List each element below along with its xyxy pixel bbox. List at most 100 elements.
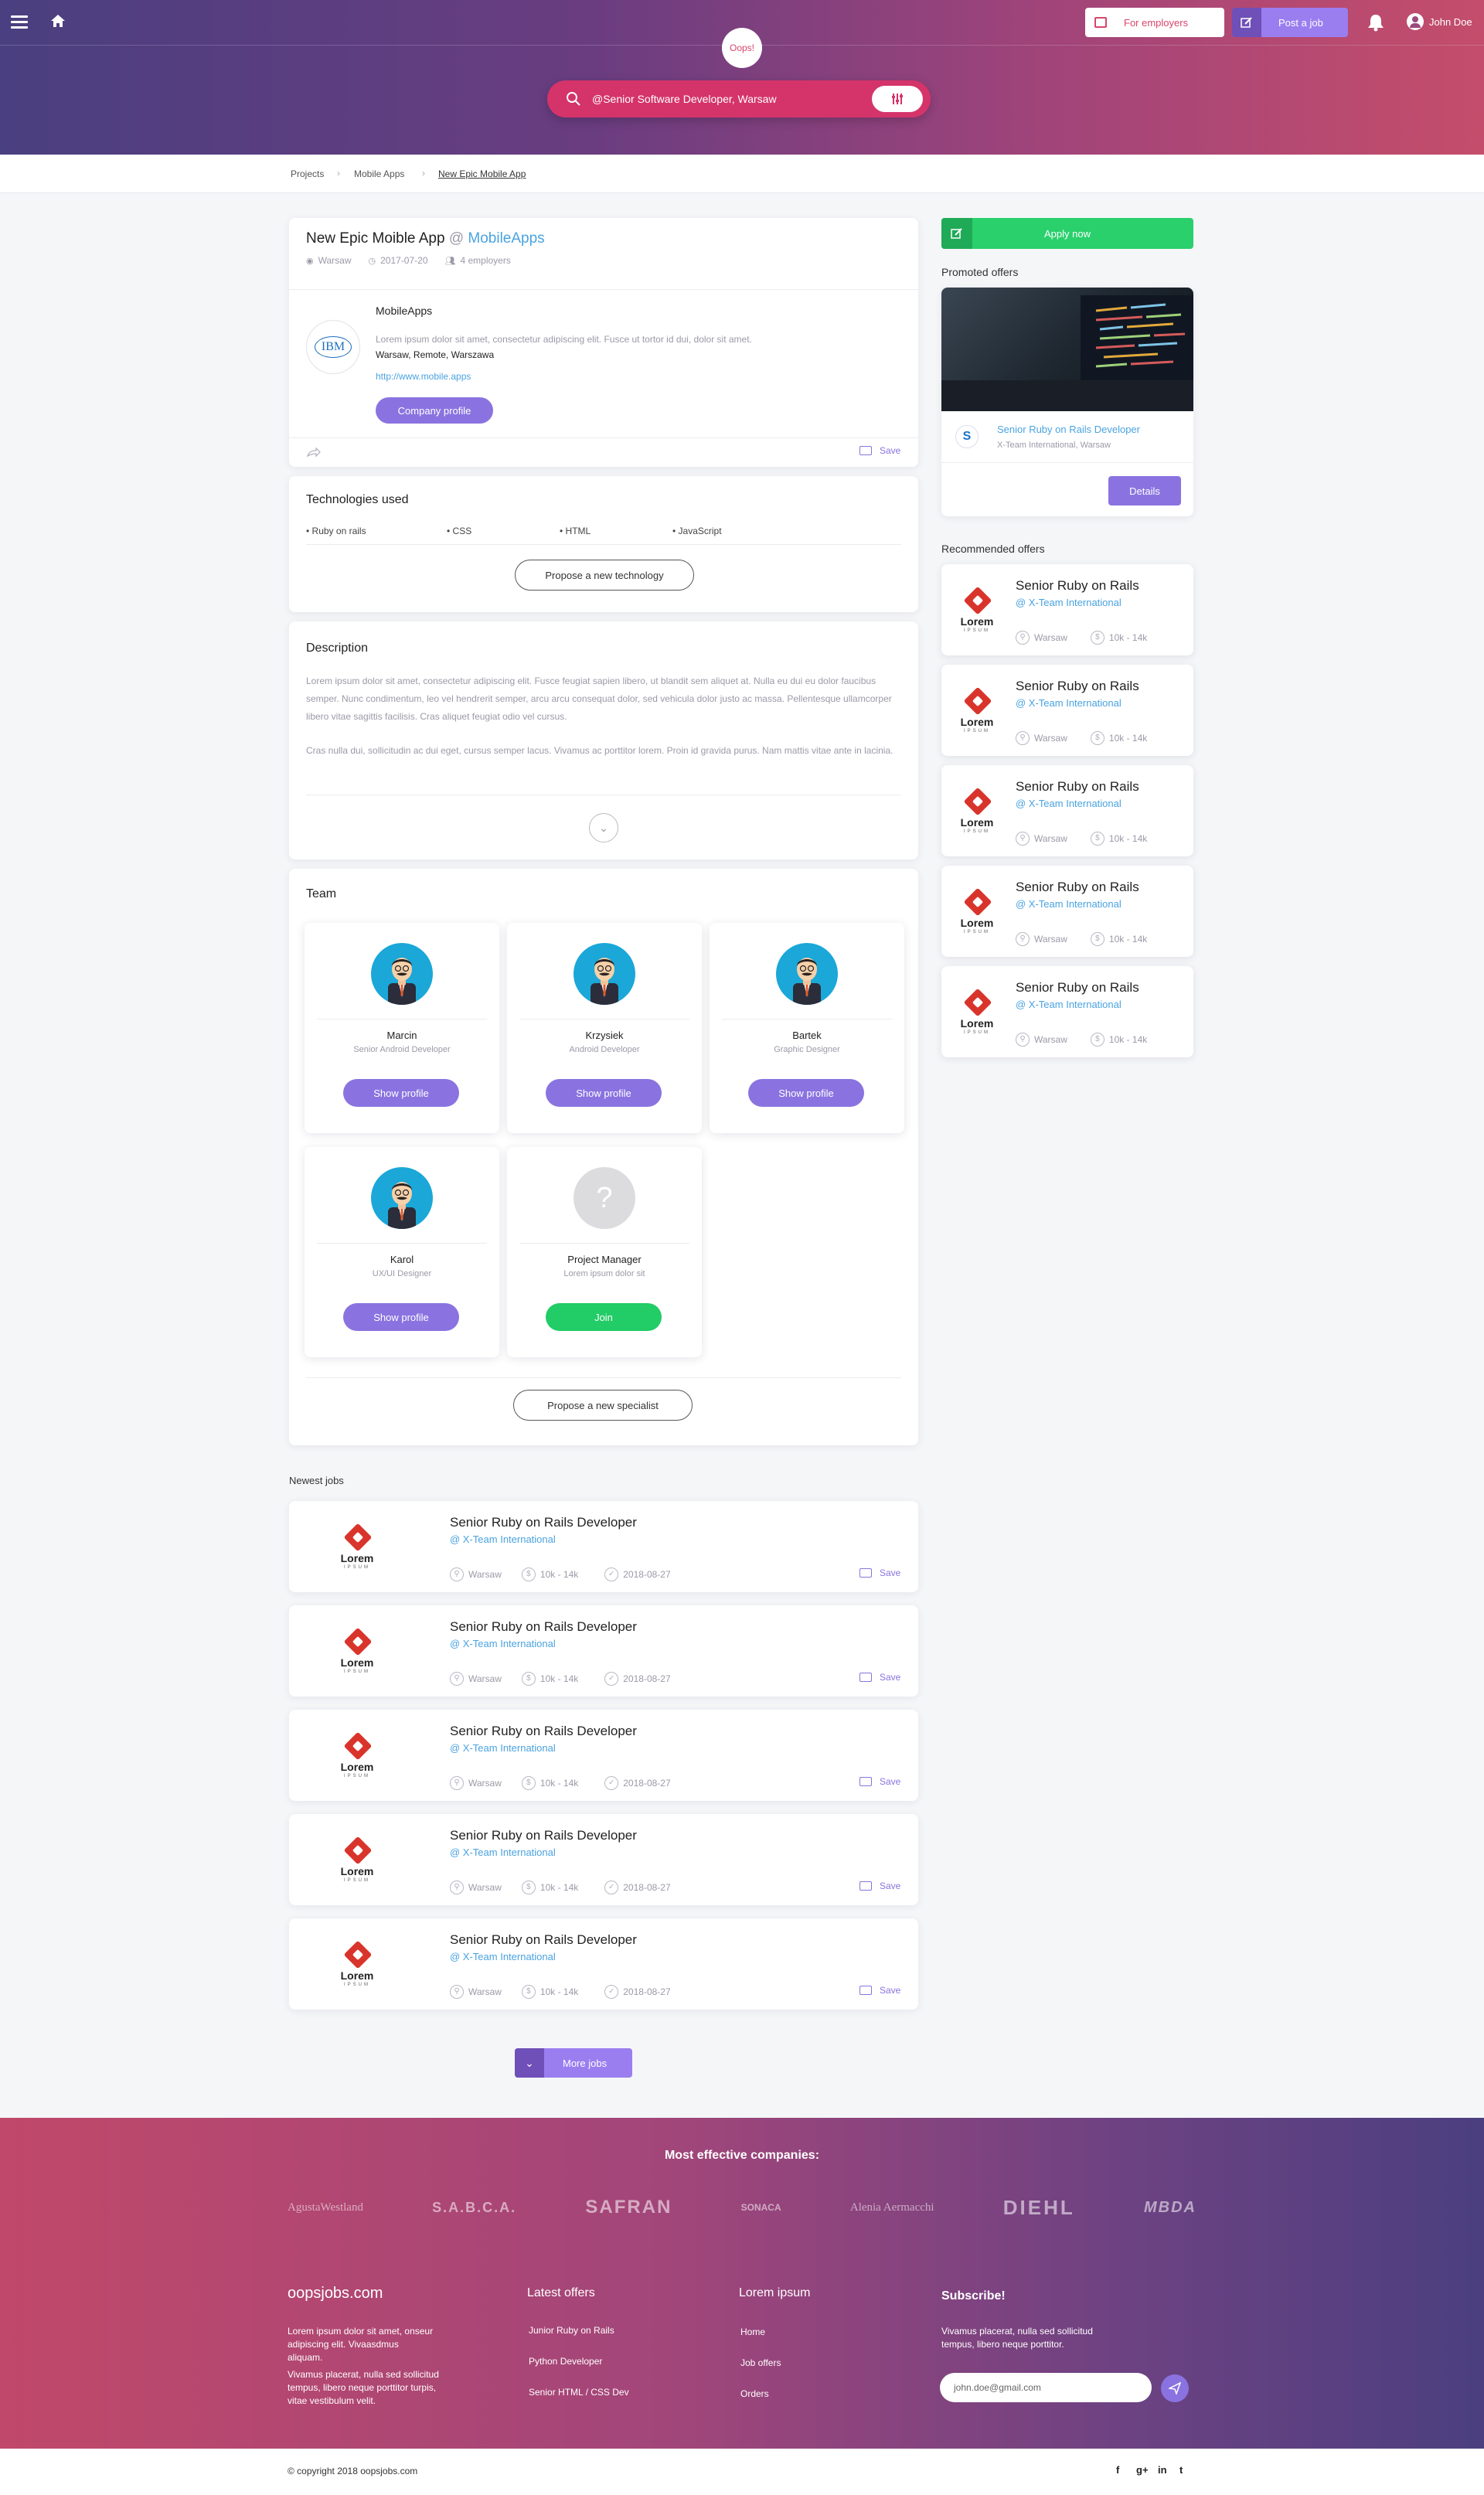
more-jobs-button[interactable]: ⌄ More jobs — [515, 2048, 632, 2078]
job-company[interactable]: @ X-Team International — [450, 1847, 556, 1858]
recommended-offer-card[interactable]: Lorem IPSUM Senior Ruby on Rails @ X-Team I… — [941, 866, 1193, 957]
save-job-button[interactable]: Save — [859, 1567, 900, 1578]
job-title[interactable]: Senior Ruby on Rails Developer — [450, 1724, 637, 1739]
folder-icon — [859, 1568, 872, 1578]
linkedin-icon[interactable]: in — [1158, 2464, 1167, 2476]
propose-specialist-button[interactable]: Propose a new specialist — [513, 1390, 693, 1421]
lorem-ipsum-title: Lorem ipsum — [739, 2286, 811, 2299]
recommended-company[interactable]: @ X-Team International — [1016, 697, 1122, 709]
recommended-company[interactable]: @ X-Team International — [1016, 999, 1122, 1010]
save-job-button[interactable]: Save — [859, 1776, 900, 1787]
job-title[interactable]: Senior Ruby on Rails Developer — [450, 1932, 637, 1948]
job-card[interactable]: Lorem IPSUM Senior Ruby on Rails Developer… — [289, 1710, 918, 1801]
member-name: Krzysiek — [585, 1030, 624, 1041]
description-paragraph: Lorem ipsum dolor sit amet, consectetur … — [306, 676, 892, 722]
bell-icon[interactable] — [1365, 12, 1387, 32]
copyright-bar: © copyright 2018 oopsjobs.com f g+ in t — [0, 2449, 1484, 2495]
details-button[interactable]: Details — [1108, 476, 1181, 505]
recommended-title[interactable]: Senior Ruby on Rails — [1016, 980, 1139, 996]
footer-link-home[interactable]: Home — [740, 2327, 765, 2337]
recommended-company[interactable]: @ X-Team International — [1016, 898, 1122, 910]
footer-latest-link[interactable]: Senior HTML / CSS Dev — [529, 2387, 629, 2398]
job-title[interactable]: Senior Ruby on Rails Developer — [450, 1515, 637, 1530]
recommended-offer-card[interactable]: Lorem IPSUM Senior Ruby on Rails @ X-Team I… — [941, 665, 1193, 756]
footer-link-orders[interactable]: Orders — [740, 2388, 769, 2399]
recommended-company[interactable]: @ X-Team International — [1016, 798, 1122, 809]
job-card[interactable]: Lorem IPSUM Senior Ruby on Rails Developer… — [289, 1918, 918, 2010]
google-plus-icon[interactable]: g+ — [1136, 2464, 1149, 2476]
email-input[interactable]: john.doe@gmail.com — [940, 2373, 1152, 2402]
job-location: Warsaw — [468, 1673, 502, 1684]
show-profile-button[interactable]: Show profile — [343, 1079, 459, 1107]
job-salary: 10k - 14k — [539, 1569, 579, 1580]
save-job-button[interactable]: Save — [859, 1985, 900, 1996]
recommended-title[interactable]: Senior Ruby on Rails — [1016, 880, 1139, 895]
footer-link-job-offers[interactable]: Job offers — [740, 2357, 781, 2368]
email-input-value: john.doe@gmail.com — [954, 2382, 1041, 2393]
project-company-link[interactable]: MobileApps — [468, 230, 544, 247]
show-profile-button[interactable]: Show profile — [546, 1079, 662, 1107]
subscribe-title: Subscribe! — [941, 2289, 1006, 2303]
brand-logo[interactable]: Oops! — [722, 28, 762, 68]
company-profile-button[interactable]: Company profile — [376, 397, 493, 424]
recommended-title[interactable]: Senior Ruby on Rails — [1016, 679, 1139, 694]
send-button[interactable] — [1161, 2374, 1189, 2402]
footer-latest-link[interactable]: Python Developer — [529, 2356, 602, 2367]
footer-latest-link[interactable]: Junior Ruby on Rails — [529, 2325, 614, 2336]
facebook-icon[interactable]: f — [1116, 2464, 1119, 2476]
promoted-offer-title[interactable]: Senior Ruby on Rails Developer — [997, 424, 1140, 435]
company-url[interactable]: http://www.mobile.apps — [376, 371, 471, 382]
twitter-icon[interactable]: t — [1179, 2464, 1183, 2476]
recommended-company[interactable]: @ X-Team International — [1016, 597, 1122, 608]
salary-icon: $ — [521, 1881, 536, 1894]
subscribe-text: Vivamus placerat, nulla sed sollicitud t… — [941, 2326, 1093, 2350]
user-avatar-icon[interactable] — [1407, 13, 1424, 30]
recommended-title[interactable]: Senior Ruby on Rails — [1016, 779, 1139, 795]
recommended-title[interactable]: Senior Ruby on Rails — [1016, 578, 1139, 594]
footer-brand[interactable]: oopsjobs.com — [288, 2285, 383, 2303]
recommended-salary: 10k - 14k — [1108, 1034, 1148, 1045]
promoted-offer-card[interactable]: S Senior Ruby on Rails Developer X-Team … — [941, 288, 1193, 516]
job-title[interactable]: Senior Ruby on Rails Developer — [450, 1828, 637, 1843]
save-project-button[interactable]: Save — [859, 445, 900, 456]
save-job-button[interactable]: Save — [859, 1672, 900, 1683]
propose-technology-button[interactable]: Propose a new technology — [515, 560, 694, 591]
job-company[interactable]: @ X-Team International — [450, 1638, 556, 1649]
search-bar[interactable]: @Senior Software Developer, Warsaw — [547, 80, 931, 117]
job-date: 2018-08-27 — [623, 1673, 671, 1684]
expand-chevron-down-icon[interactable]: ⌄ — [589, 813, 618, 842]
chevron-down-icon: ⌄ — [515, 2048, 544, 2078]
share-icon[interactable] — [306, 447, 322, 458]
company-logo-mbda: MBDA — [1144, 2198, 1196, 2216]
breadcrumb-current[interactable]: New Epic Mobile App — [438, 168, 526, 179]
company-logo-safran: SAFRAN — [585, 2197, 672, 2218]
job-date: 2018-08-27 — [623, 1986, 671, 1997]
breadcrumb-mobile-apps[interactable]: Mobile Apps — [354, 168, 404, 179]
for-employers-button[interactable]: For employers — [1085, 8, 1224, 37]
user-name[interactable]: John Doe — [1429, 16, 1472, 28]
recommended-offer-card[interactable]: Lorem IPSUM Senior Ruby on Rails @ X-Team I… — [941, 765, 1193, 856]
recommended-offer-card[interactable]: Lorem IPSUM Senior Ruby on Rails @ X-Team I… — [941, 966, 1193, 1057]
job-company[interactable]: @ X-Team International — [450, 1951, 556, 1962]
save-job-button[interactable]: Save — [859, 1881, 900, 1891]
job-title[interactable]: Senior Ruby on Rails Developer — [450, 1619, 637, 1635]
search-input[interactable]: @Senior Software Developer, Warsaw — [592, 93, 777, 105]
apply-now-button[interactable]: Apply now — [941, 218, 1193, 249]
job-card[interactable]: Lorem IPSUM Senior Ruby on Rails Developer… — [289, 1605, 918, 1697]
show-profile-button[interactable]: Show profile — [343, 1303, 459, 1331]
job-location: Warsaw — [468, 1986, 502, 1997]
home-icon[interactable] — [49, 12, 66, 29]
breadcrumb-projects[interactable]: Projects — [291, 168, 324, 179]
join-button[interactable]: Join — [546, 1303, 662, 1331]
post-job-button[interactable]: Post a job — [1232, 8, 1348, 37]
recommended-offer-card[interactable]: Lorem IPSUM Senior Ruby on Rails @ X-Team I… — [941, 564, 1193, 655]
job-company[interactable]: @ X-Team International — [450, 1533, 556, 1545]
job-card[interactable]: Lorem IPSUM Senior Ruby on Rails Developer… — [289, 1501, 918, 1592]
job-card[interactable]: Lorem IPSUM Senior Ruby on Rails Developer… — [289, 1814, 918, 1905]
show-profile-button[interactable]: Show profile — [748, 1079, 864, 1107]
menu-icon[interactable] — [11, 15, 28, 29]
job-company[interactable]: @ X-Team International — [450, 1742, 556, 1754]
company-logo-icon: Lorem IPSUM — [954, 785, 1000, 841]
salary-icon: $ — [1090, 1033, 1104, 1047]
filter-button[interactable] — [872, 86, 923, 112]
